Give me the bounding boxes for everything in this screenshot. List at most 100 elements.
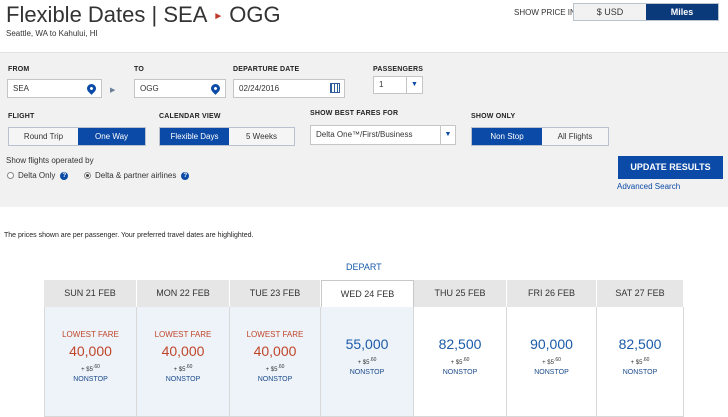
departure-label: DEPARTURE DATE: [233, 66, 300, 73]
fare-amount: 55,000: [345, 336, 389, 352]
tax-cents: .60: [277, 364, 285, 370]
flexible-days-button[interactable]: Flexible Days: [160, 128, 229, 145]
search-form: FROM SEA ▶ TO OGG DEPARTURE DATE 02/24/2…: [0, 52, 728, 207]
tax-prefix: + $: [173, 367, 183, 373]
fare-tax: + $5.60: [597, 357, 683, 366]
calendar-view-label: CALENDAR VIEW: [159, 113, 221, 120]
day-header: FRI 26 FEB: [507, 280, 597, 307]
fare-tax: + $5.60: [507, 357, 596, 366]
tax-prefix: + $: [81, 367, 90, 373]
price-label: SHOW PRICE IN: [514, 8, 576, 17]
nonstop-label: NONSTOP: [73, 376, 108, 383]
fare-amount: 40,000: [69, 343, 112, 359]
to-label: TO: [134, 66, 144, 73]
tax-cents: .60: [185, 364, 193, 370]
lowest-fare-label: LOWEST FARE: [154, 330, 212, 339]
price-note: The prices shown are per passenger. Your…: [4, 232, 254, 239]
day-header: SAT 27 FEB: [597, 280, 684, 307]
nonstop-label: NONSTOP: [442, 369, 478, 376]
tax-cents: .60: [553, 357, 561, 363]
nonstop-label: NONSTOP: [165, 376, 201, 383]
price-miles-button[interactable]: Miles: [646, 4, 718, 20]
day-header: MON 22 FEB: [137, 280, 230, 307]
info-icon[interactable]: ?: [60, 171, 69, 180]
day-header-selected: WED 24 FEB: [321, 280, 414, 307]
passengers-label: PASSENGERS: [373, 66, 424, 73]
tax-cents: .60: [92, 364, 100, 370]
fare-cell[interactable]: 82,500 + $5.60 NONSTOP: [414, 307, 507, 417]
day-header: THU 25 FEB: [414, 280, 507, 307]
nonstop-label: NONSTOP: [534, 369, 569, 376]
one-way-button[interactable]: One Way: [78, 128, 145, 145]
departure-date-field[interactable]: 02/24/2016: [233, 79, 345, 98]
from-label: FROM: [8, 66, 30, 73]
operated-by-label: Show flights operated by: [6, 156, 94, 165]
fare-tax: + $5.60: [414, 357, 506, 366]
fare-amount: 90,000: [530, 336, 573, 352]
best-fares-label: SHOW BEST FARES FOR: [310, 110, 399, 117]
delta-partner-option[interactable]: Delta & partner airlines ?: [84, 171, 190, 180]
route-subtitle: Seattle, WA to Kahului, HI: [6, 29, 98, 38]
title-prefix: Flexible Dates |: [6, 2, 158, 27]
route-arrow-icon: ▶: [110, 87, 116, 94]
fare-amount: 82,500: [618, 336, 662, 352]
fare-amount: 40,000: [161, 343, 205, 359]
tax-prefix: + $: [542, 360, 551, 366]
fare-cell[interactable]: LOWEST FARE 40,000 + $5.60 NONSTOP: [230, 307, 321, 417]
lowest-fare-label: LOWEST FARE: [62, 330, 119, 339]
radio-button[interactable]: [7, 172, 14, 179]
location-pin-icon: [85, 82, 98, 95]
calendar-icon[interactable]: [330, 83, 340, 93]
tax-prefix: + $: [630, 360, 640, 366]
five-weeks-button[interactable]: 5 Weeks: [229, 128, 294, 145]
radio-button-selected[interactable]: [84, 172, 91, 179]
tax-prefix: + $: [450, 360, 460, 366]
delta-only-option[interactable]: Delta Only ?: [7, 171, 69, 180]
passengers-value: 1: [379, 80, 384, 89]
fare-tax: + $5.60: [321, 357, 413, 366]
best-fares-select[interactable]: Delta One™/First/Business ▼: [310, 125, 456, 145]
fare-cell[interactable]: 82,500 + $5.60 NONSTOP: [597, 307, 684, 417]
nonstop-label: NONSTOP: [349, 369, 385, 376]
fare-tax: + $5.60: [137, 364, 229, 373]
page-title: Flexible Dates | SEA ► OGG: [6, 2, 281, 28]
lowest-fare-label: LOWEST FARE: [246, 330, 304, 339]
price-usd-button[interactable]: $ USD: [574, 4, 646, 20]
fare-cell[interactable]: LOWEST FARE 40,000 + $5.60 NONSTOP: [137, 307, 230, 417]
fare-cell[interactable]: LOWEST FARE 40,000 + $5.60 NONSTOP: [44, 307, 137, 417]
delta-partner-label: Delta & partner airlines: [95, 171, 177, 180]
update-results-button[interactable]: UPDATE RESULTS: [618, 156, 723, 179]
fare-cell-selected[interactable]: 55,000 + $5.60 NONSTOP: [321, 307, 414, 417]
from-value: SEA: [13, 84, 30, 93]
departure-value: 02/24/2016: [239, 84, 280, 93]
nonstop-label: NONSTOP: [622, 369, 658, 376]
tax-cents: .60: [462, 357, 470, 363]
fare-cell[interactable]: 90,000 + $5.60 NONSTOP: [507, 307, 597, 417]
day-header: TUE 23 FEB: [230, 280, 321, 307]
destination-code: OGG: [229, 2, 281, 27]
tax-cents: .60: [642, 357, 650, 363]
all-flights-button[interactable]: All Flights: [542, 128, 608, 145]
header: Flexible Dates | SEA ► OGG Seattle, WA to …: [0, 0, 728, 52]
delta-only-label: Delta Only: [18, 171, 56, 180]
advanced-search-link[interactable]: Advanced Search: [617, 182, 680, 191]
passengers-select[interactable]: 1 ▼: [373, 76, 423, 94]
to-field[interactable]: OGG: [134, 79, 226, 98]
from-field[interactable]: SEA: [7, 79, 102, 98]
to-value: OGG: [140, 84, 159, 93]
show-only-toggle: Non Stop All Flights: [471, 127, 609, 146]
non-stop-button[interactable]: Non Stop: [472, 128, 542, 145]
location-pin-icon: [209, 82, 222, 95]
round-trip-button[interactable]: Round Trip: [9, 128, 78, 145]
depart-label: DEPART: [346, 262, 382, 272]
fare-tax: + $5.60: [45, 364, 136, 373]
flight-label: FLIGHT: [8, 113, 35, 120]
chevron-down-icon: ▼: [406, 77, 422, 93]
show-only-label: SHOW ONLY: [471, 113, 516, 120]
chevron-down-icon: ▼: [440, 126, 455, 144]
nonstop-label: NONSTOP: [257, 376, 293, 383]
fare-tax: + $5.60: [230, 364, 320, 373]
fare-amount: 82,500: [438, 336, 482, 352]
info-icon[interactable]: ?: [181, 171, 190, 180]
origin-code: SEA: [163, 2, 208, 27]
